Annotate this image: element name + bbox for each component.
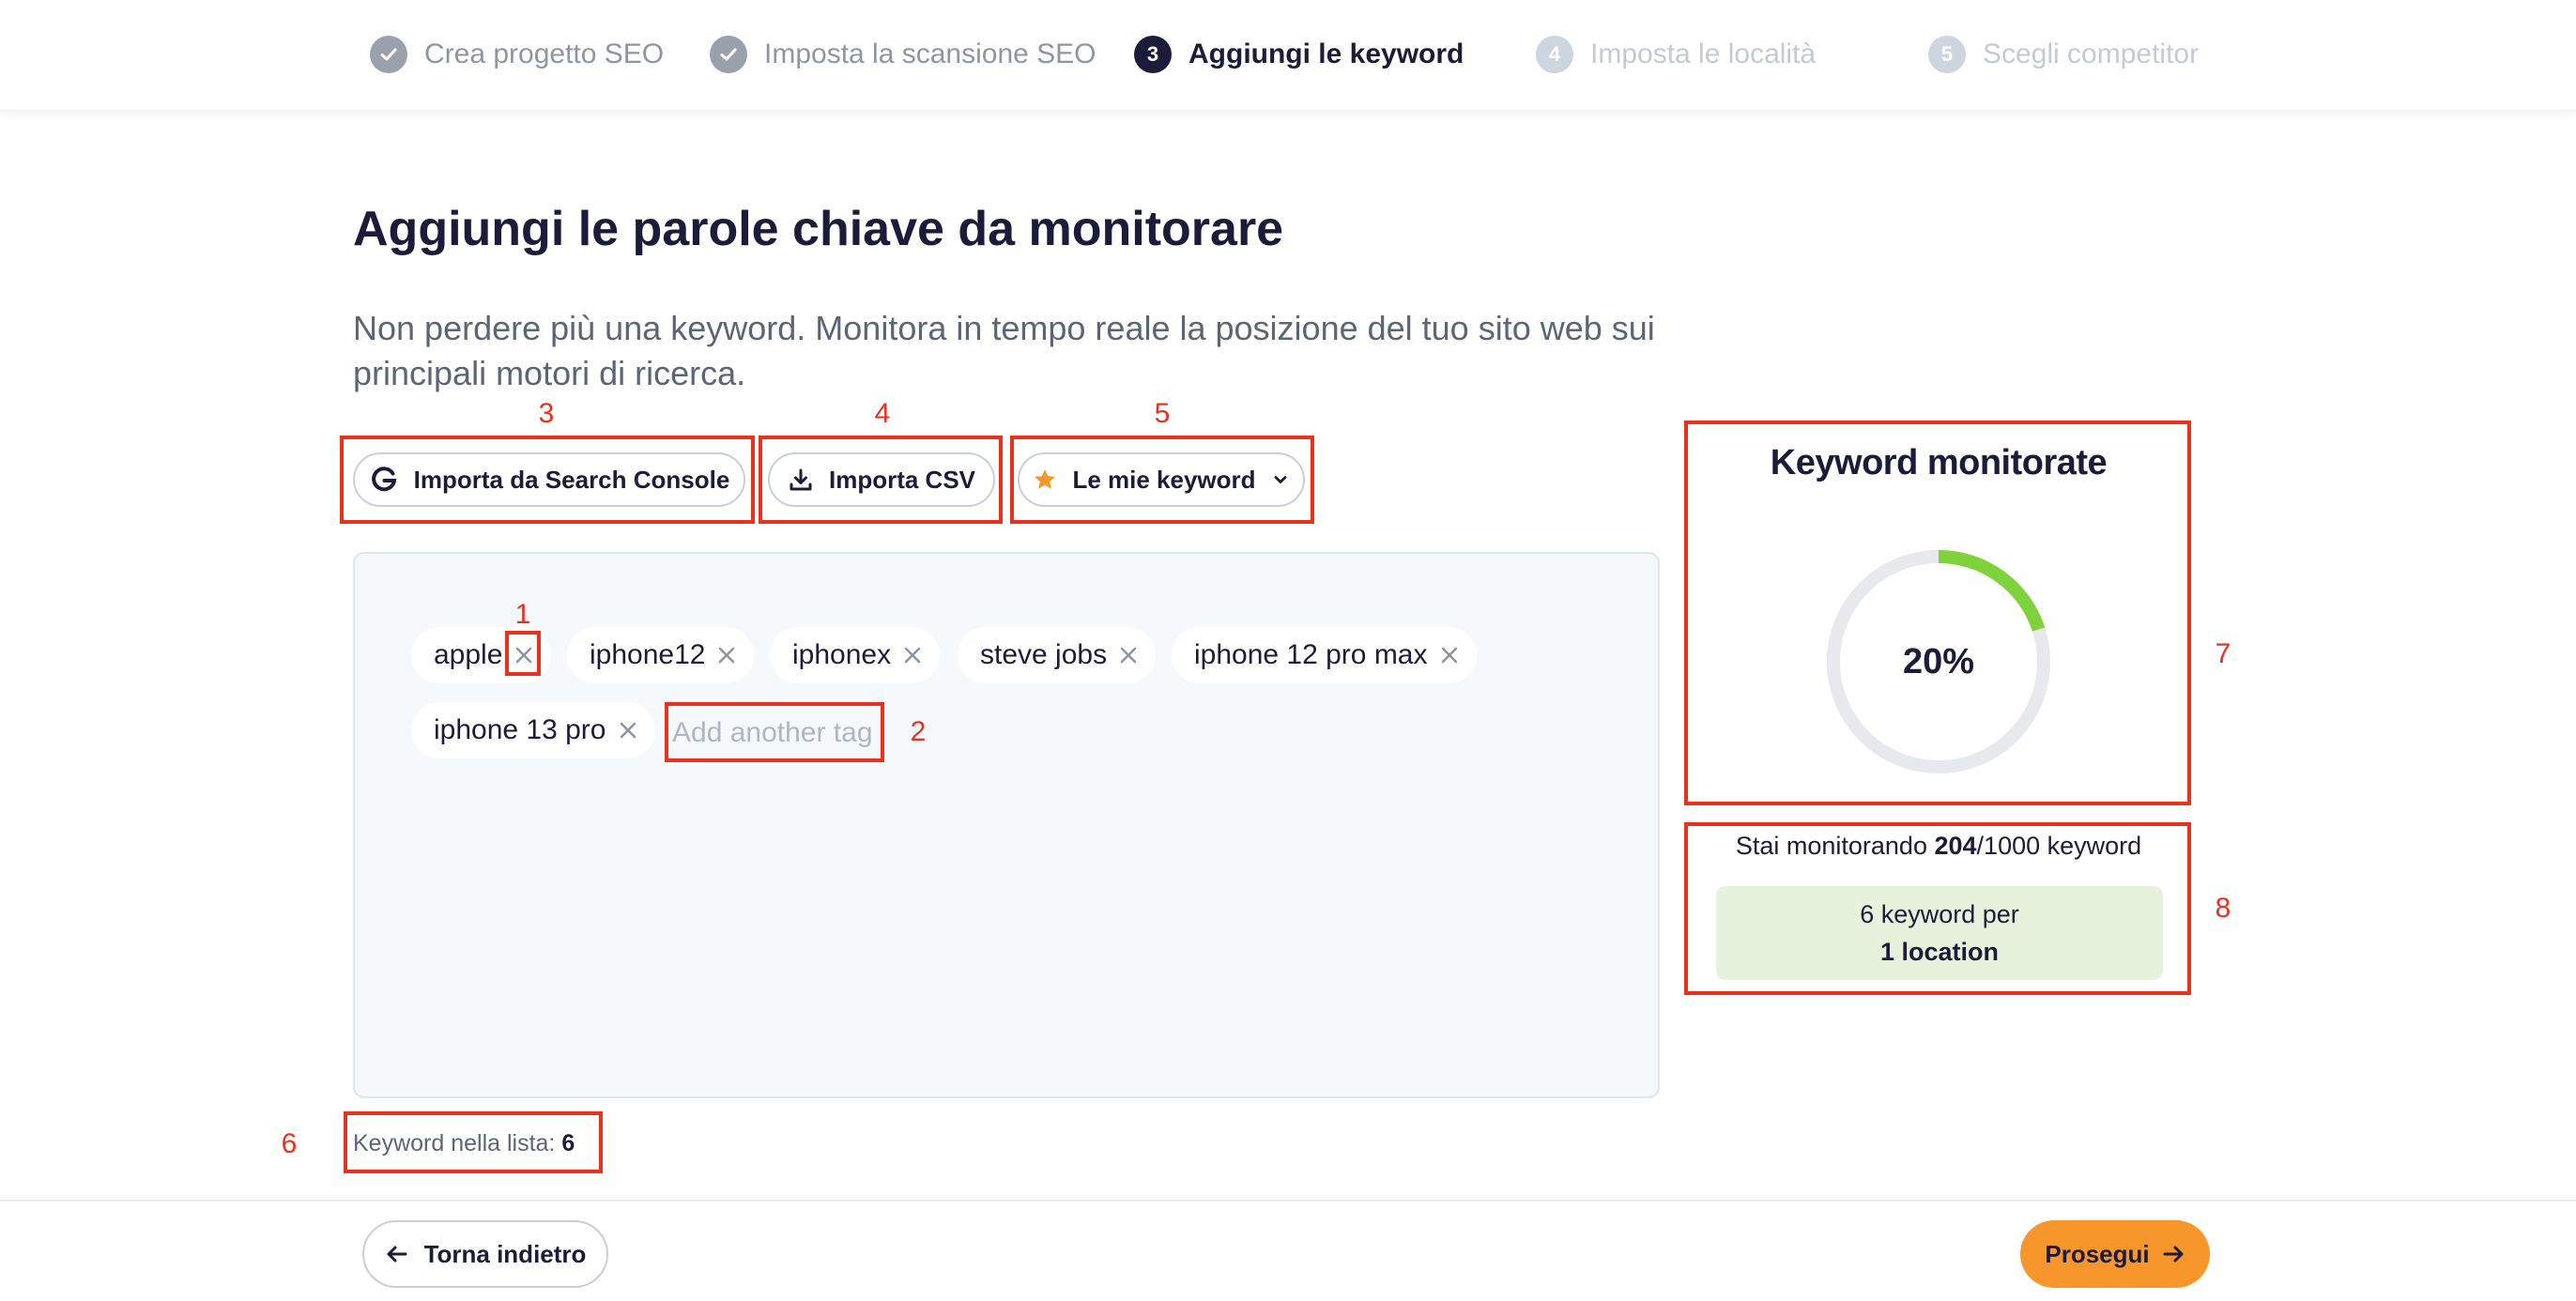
annotation-box-6 xyxy=(344,1111,603,1173)
page-subtitle: Non perdere più una keyword. Monitora in… xyxy=(353,309,1655,392)
next-button-label: Prosegui xyxy=(2045,1239,2150,1268)
step-number: 5 xyxy=(1928,36,1966,73)
annotation-number-6: 6 xyxy=(281,1128,298,1159)
annotation-number-4: 4 xyxy=(874,398,891,429)
tag-remove-icon[interactable] xyxy=(1434,639,1465,671)
keyword-tag: iphone 13 pro xyxy=(411,702,655,758)
annotation-box-2 xyxy=(665,702,884,762)
back-button[interactable]: Torna indietro xyxy=(362,1220,608,1288)
step-label: Imposta le località xyxy=(1590,38,1817,69)
keyword-tag: iphone 12 pro max xyxy=(1172,627,1477,683)
annotation-box-5 xyxy=(1010,436,1314,524)
keyword-tag-label: apple xyxy=(434,639,503,670)
step-label: Imposta la scansione SEO xyxy=(764,38,1096,69)
annotation-box-3 xyxy=(340,436,755,524)
progress-stepper: Crea progetto SEO Imposta la scansione S… xyxy=(0,0,2576,111)
step-label: Aggiungi le keyword xyxy=(1188,38,1464,69)
tag-remove-icon[interactable] xyxy=(711,639,743,671)
keyword-tag-label: iphonex xyxy=(792,639,892,670)
annotation-box-1 xyxy=(505,631,541,676)
check-icon xyxy=(370,36,407,73)
tag-remove-icon[interactable] xyxy=(1112,639,1144,671)
check-icon xyxy=(710,36,747,73)
step-imposta-localita[interactable]: 4 Imposta le località xyxy=(1536,36,1816,73)
keyword-tag-label: iphone 12 pro max xyxy=(1194,639,1428,670)
annotation-number-7: 7 xyxy=(2215,638,2231,669)
arrow-right-icon xyxy=(2161,1242,2185,1266)
keyword-tag: iphone12 xyxy=(567,627,755,683)
annotation-number-3: 3 xyxy=(538,398,555,429)
annotation-box-4 xyxy=(759,436,1003,524)
keyword-tag: iphonex xyxy=(770,627,941,683)
step-scegli-competitor[interactable]: 5 Scegli competitor xyxy=(1928,36,2199,73)
step-imposta-scansione[interactable]: Imposta la scansione SEO xyxy=(710,36,1096,73)
tag-remove-icon[interactable] xyxy=(612,714,644,746)
tag-remove-icon[interactable] xyxy=(897,639,928,671)
step-label: Scegli competitor xyxy=(1983,38,2200,69)
page-title: Aggiungi le parole chiave da monitorare xyxy=(353,202,1284,256)
step-aggiungi-keyword[interactable]: 3 Aggiungi le keyword xyxy=(1134,36,1464,73)
arrow-left-icon xyxy=(385,1242,409,1266)
step-label: Crea progetto SEO xyxy=(424,38,665,69)
keyword-tag-label: iphone12 xyxy=(590,639,706,670)
annotation-number-5: 5 xyxy=(1154,398,1171,429)
keyword-tag: steve jobs xyxy=(958,627,1157,683)
annotation-box-8 xyxy=(1684,822,2191,995)
annotation-number-1: 1 xyxy=(514,599,531,630)
next-button[interactable]: Prosegui xyxy=(2020,1220,2210,1288)
step-number: 3 xyxy=(1134,36,1172,73)
keyword-tag-label: steve jobs xyxy=(980,639,1108,670)
step-crea-progetto[interactable]: Crea progetto SEO xyxy=(370,36,664,73)
keyword-tag-label: iphone 13 pro xyxy=(434,714,606,745)
back-button-label: Torna indietro xyxy=(423,1239,587,1268)
annotation-number-8: 8 xyxy=(2215,893,2231,924)
annotation-box-7 xyxy=(1684,421,2191,805)
annotation-number-2: 2 xyxy=(910,716,927,747)
step-number: 4 xyxy=(1536,36,1573,73)
